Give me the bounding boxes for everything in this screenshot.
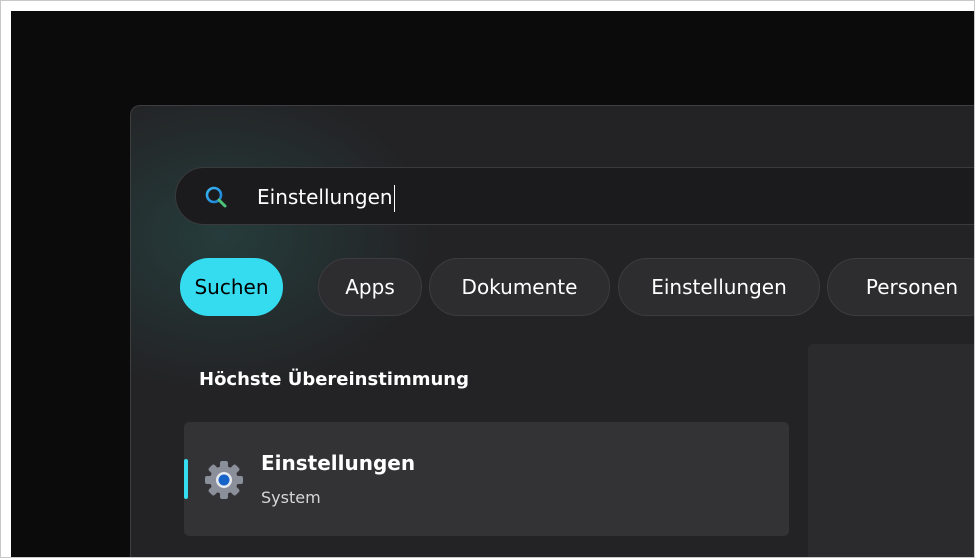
best-match-result[interactable]: Einstellungen System [184, 422, 789, 536]
selection-indicator [184, 459, 188, 499]
best-match-heading: Höchste Übereinstimmung [199, 369, 469, 390]
result-subtitle: System [261, 488, 321, 507]
search-panel: Einstellungen Suchen Apps Dokumente Eins… [130, 105, 974, 557]
text-caret [393, 185, 395, 212]
filter-tab-einstellungen[interactable]: Einstellungen [618, 258, 820, 316]
search-box[interactable]: Einstellungen [175, 167, 974, 225]
preview-pane [808, 344, 974, 557]
search-input[interactable]: Einstellungen [257, 184, 395, 212]
filter-tab-apps[interactable]: Apps [318, 258, 422, 316]
filter-tab-dokumente[interactable]: Dokumente [429, 258, 610, 316]
search-icon [205, 186, 227, 208]
filter-tab-personen[interactable]: Personen [827, 258, 974, 316]
gear-icon [205, 461, 243, 499]
screenshot-frame: Einstellungen Suchen Apps Dokumente Eins… [0, 0, 975, 558]
search-query: Einstellungen [257, 185, 393, 209]
desktop-background: Einstellungen Suchen Apps Dokumente Eins… [11, 11, 974, 557]
filter-tab-suchen[interactable]: Suchen [180, 258, 283, 316]
result-title: Einstellungen [261, 451, 416, 475]
